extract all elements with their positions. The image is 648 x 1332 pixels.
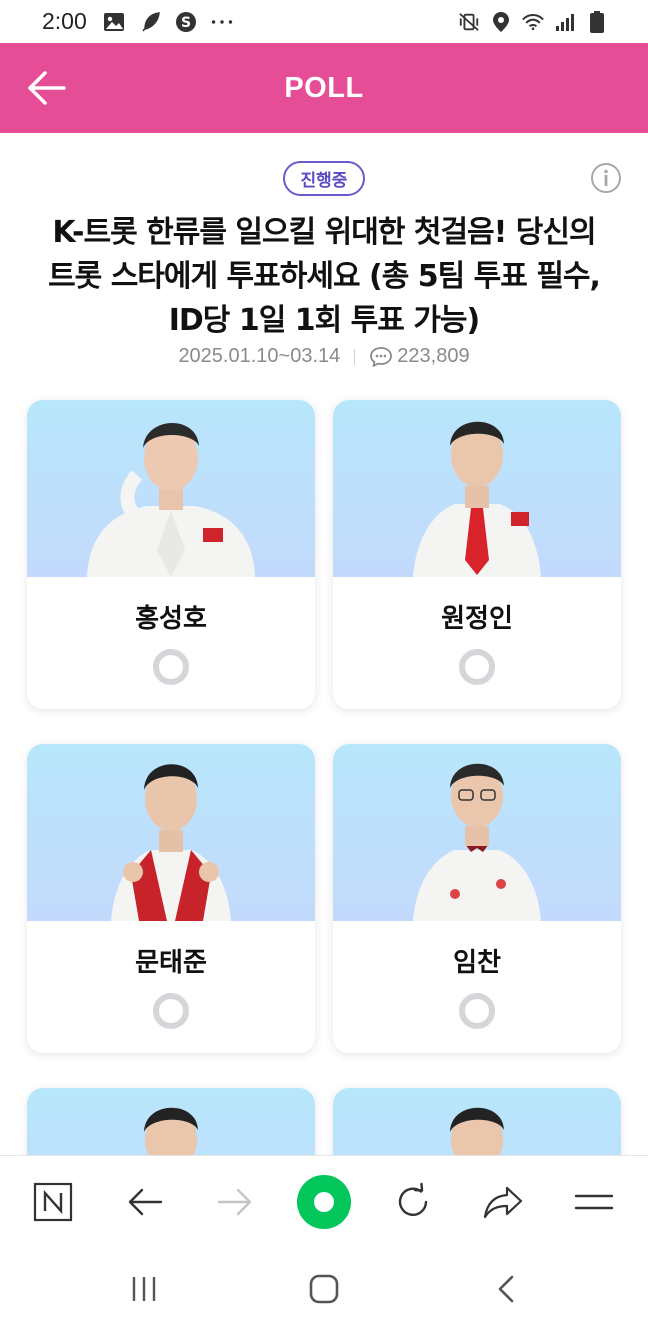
recent-apps-icon[interactable] — [124, 1271, 164, 1307]
candidate-card[interactable] — [333, 1088, 621, 1155]
feather-icon — [139, 11, 161, 33]
vote-radio[interactable] — [459, 649, 495, 685]
candidate-photo — [333, 400, 621, 577]
candidate-name: 임찬 — [453, 948, 501, 978]
poll-content: 진행중 K-트롯 한류를 일으킬 위대한 첫걸음! 당신의 트롯 스타에게 투표… — [0, 133, 648, 1155]
signal-icon — [554, 11, 576, 33]
home-green-icon[interactable] — [297, 1175, 351, 1229]
wifi-icon — [522, 11, 544, 33]
status-bar: 2:00 S — [0, 0, 648, 43]
more-dots-icon — [211, 11, 233, 33]
candidate-card[interactable]: 임찬 — [333, 744, 621, 1053]
vote-radio[interactable] — [153, 993, 189, 1029]
back-icon[interactable] — [486, 1271, 526, 1307]
vote-radio[interactable] — [459, 993, 495, 1029]
comment-count: 223,809 — [397, 345, 470, 367]
refresh-icon[interactable] — [391, 1180, 435, 1224]
status-left-icons: S — [103, 11, 233, 33]
candidate-photo — [27, 1088, 315, 1155]
candidate-photo — [27, 400, 315, 577]
battery-icon — [586, 10, 608, 33]
share-icon[interactable] — [481, 1180, 525, 1224]
candidate-card[interactable]: 원정인 — [333, 400, 621, 709]
app-header: POLL — [0, 43, 648, 133]
meta-divider — [354, 348, 356, 365]
vibrate-off-icon — [458, 11, 480, 33]
poll-title: K-트롯 한류를 일으킬 위대한 첫걸음! 당신의 트롯 스타에게 투표하세요 … — [48, 215, 601, 338]
system-nav-bar — [0, 1247, 648, 1332]
candidate-photo — [27, 744, 315, 921]
poll-period: 2025.01.10~03.14 — [178, 345, 341, 367]
candidate-name: 홍성호 — [135, 604, 207, 634]
back-icon[interactable] — [123, 1180, 167, 1224]
candidate-name: 문태준 — [135, 948, 207, 978]
candidate-card[interactable]: 문태준 — [27, 744, 315, 1053]
forward-icon[interactable] — [213, 1180, 257, 1224]
browser-toolbar — [0, 1155, 648, 1247]
status-right-icons — [458, 10, 608, 33]
candidate-photo — [333, 1088, 621, 1155]
candidate-photo — [333, 744, 621, 921]
comment-icon — [369, 346, 393, 368]
location-icon — [490, 11, 512, 33]
vote-radio[interactable] — [153, 649, 189, 685]
s-badge-icon: S — [175, 11, 197, 33]
candidate-card[interactable]: 홍성호 — [27, 400, 315, 709]
candidate-name: 원정인 — [441, 604, 513, 634]
menu-icon[interactable] — [572, 1180, 616, 1224]
svg-text:S: S — [181, 15, 191, 31]
poll-meta: 2025.01.10~03.14 223,809 — [0, 345, 648, 368]
image-icon — [103, 11, 125, 33]
naver-n-icon[interactable] — [31, 1180, 75, 1224]
back-arrow-icon[interactable] — [26, 69, 68, 107]
status-badge: 진행중 — [283, 161, 365, 196]
status-time: 2:00 — [42, 8, 87, 34]
page-title: POLL — [284, 71, 364, 104]
candidate-card[interactable] — [27, 1088, 315, 1155]
home-icon[interactable] — [304, 1271, 344, 1307]
home-green-dot — [314, 1192, 334, 1212]
info-icon[interactable] — [590, 162, 622, 194]
